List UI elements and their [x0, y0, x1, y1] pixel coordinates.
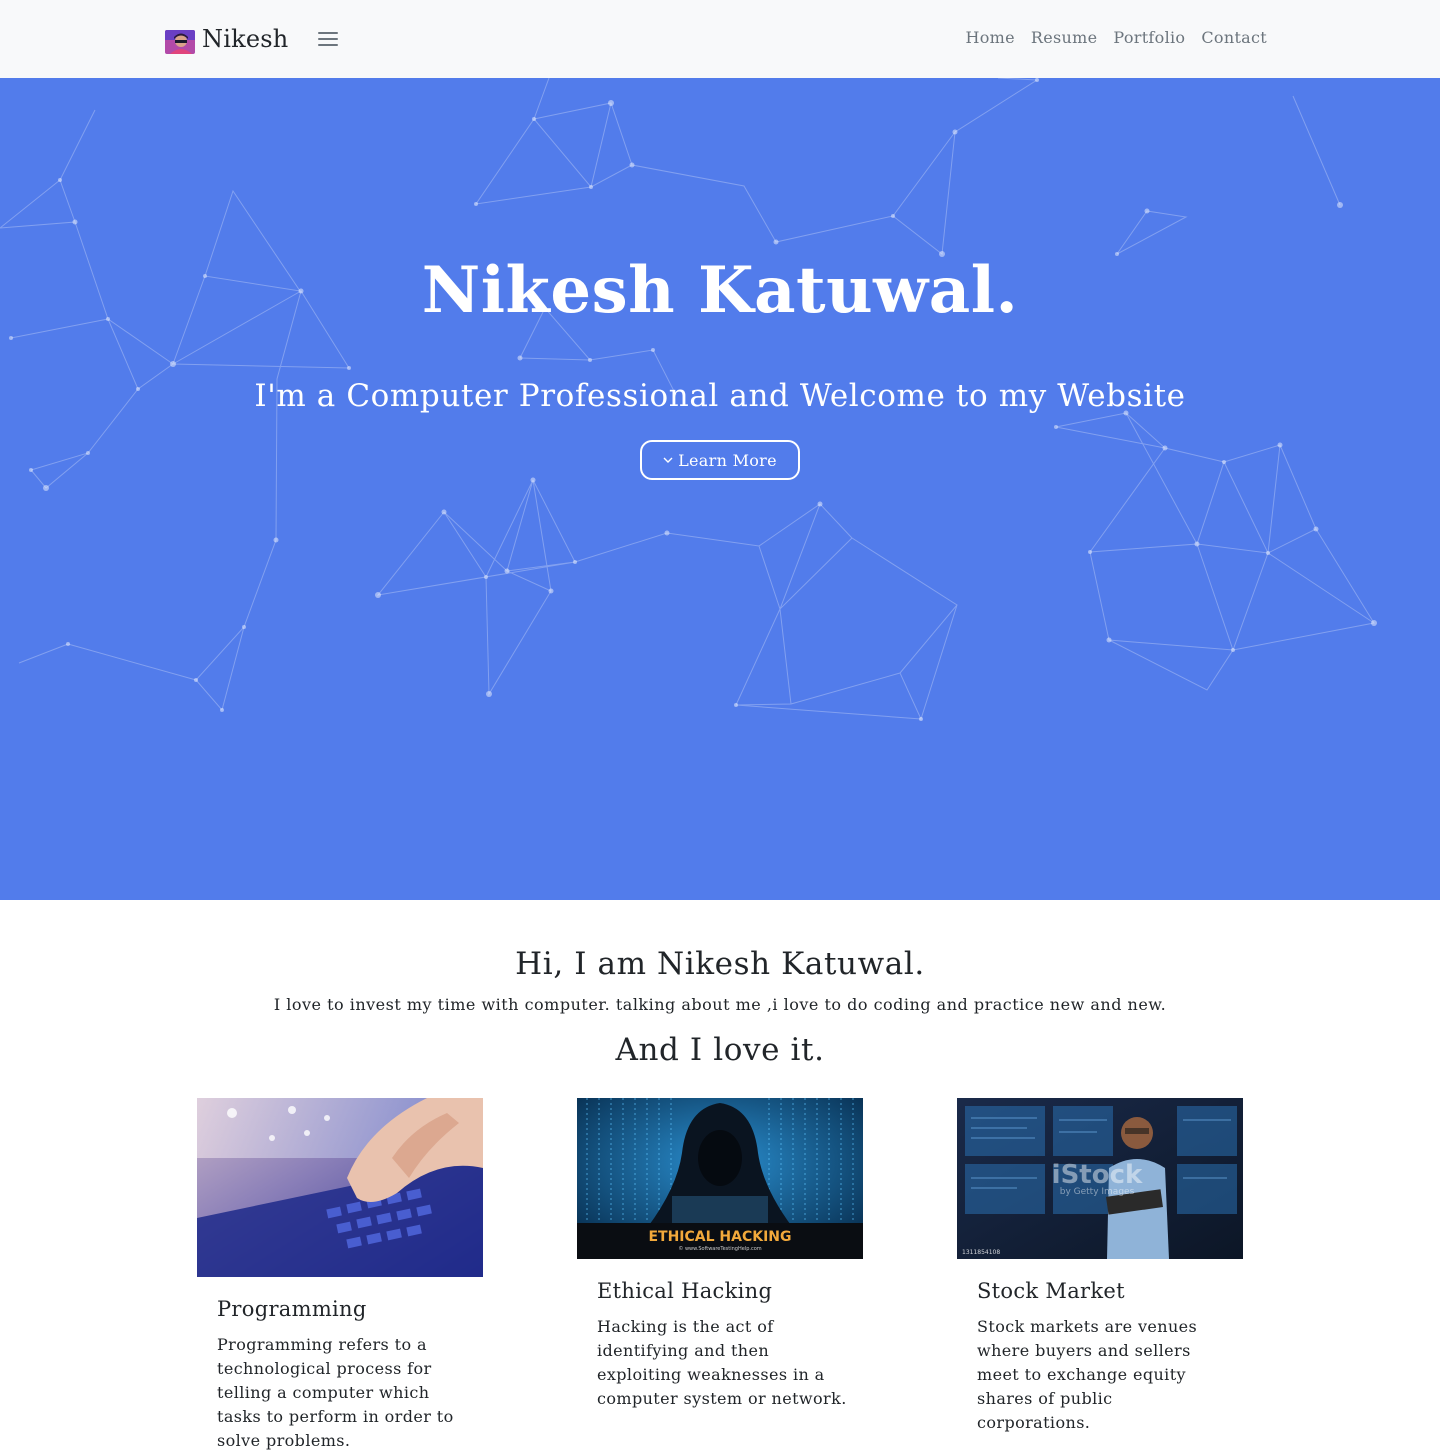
- navbar: Nikesh Home Resume Portfolio Contact: [0, 0, 1440, 78]
- chevron-down-icon: [663, 454, 673, 467]
- card-programming: Programming Programming refers to a tech…: [197, 1098, 483, 1453]
- hamburger-menu-icon[interactable]: [318, 30, 338, 48]
- nav-link-portfolio[interactable]: Portfolio: [1113, 28, 1185, 47]
- nav-links: Home Resume Portfolio Contact: [965, 28, 1267, 47]
- card-text-programming: Programming refers to a technological pr…: [217, 1335, 454, 1450]
- nav-link-contact[interactable]: Contact: [1201, 28, 1267, 47]
- nav-link-home[interactable]: Home: [965, 28, 1014, 47]
- image-credit: © www.SoftwareTestingHelp.com: [678, 1245, 761, 1252]
- card-ethical-hacking: ETHICAL HACKING © www.SoftwareTestingHel…: [577, 1098, 863, 1411]
- ethical-hacking-banner: ETHICAL HACKING: [648, 1229, 791, 1245]
- learn-more-label: Learn More: [678, 450, 777, 470]
- navbar-brand[interactable]: Nikesh: [165, 24, 288, 54]
- istock-watermark: iStock: [1052, 1160, 1143, 1190]
- card-title-stock-market: Stock Market: [977, 1279, 1125, 1303]
- brand-name: Nikesh: [202, 25, 289, 53]
- nav-link-resume[interactable]: Resume: [1031, 28, 1097, 47]
- card-title-ethical-hacking: Ethical Hacking: [597, 1279, 773, 1303]
- about-title: Hi, I am Nikesh Katuwal.: [515, 946, 925, 982]
- getty-watermark: by Getty Images: [1060, 1187, 1135, 1197]
- laptop-keyboard-image: [197, 1098, 483, 1277]
- learn-more-button[interactable]: Learn More: [640, 440, 800, 480]
- card-stock-market: iStock by Getty Images 1311854108 Stock …: [957, 1098, 1243, 1435]
- hero-section: Nikesh Katuwal. I'm a Computer Professio…: [0, 78, 1440, 900]
- about-love-heading: And I love it.: [615, 1032, 825, 1068]
- trader-with-laptop-image: iStock by Getty Images 1311854108: [957, 1098, 1243, 1259]
- stock-id: 1311854108: [962, 1249, 1000, 1256]
- card-text-ethical-hacking: Hacking is the act of identifying and th…: [597, 1317, 847, 1408]
- hero-title: Nikesh Katuwal.: [421, 253, 1019, 328]
- hooded-hacker-image: ETHICAL HACKING © www.SoftwareTestingHel…: [577, 1098, 863, 1259]
- particle-network-background: [0, 78, 1377, 721]
- card-text-stock-market: Stock markets are venues where buyers an…: [977, 1317, 1198, 1432]
- about-text: I love to invest my time with computer. …: [273, 995, 1167, 1014]
- card-title-programming: Programming: [217, 1297, 367, 1321]
- avatar: [165, 30, 195, 54]
- hero-subtitle: I'm a Computer Professional and Welcome …: [254, 378, 1186, 414]
